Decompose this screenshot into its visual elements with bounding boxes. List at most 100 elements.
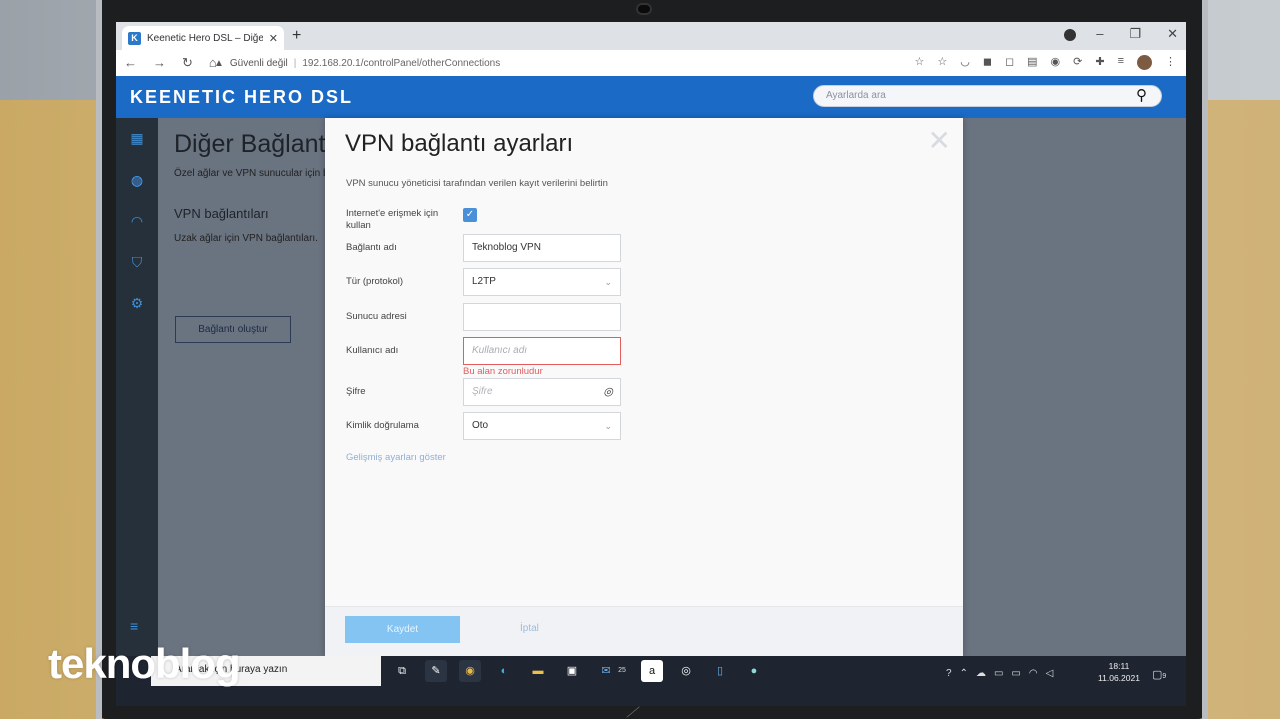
advanced-settings-link[interactable]: Gelişmiş ayarları göster [346,452,446,463]
protocol-value: L2TP [472,276,496,287]
extension-icon-5[interactable]: ⟳ [1073,55,1082,70]
search-icon[interactable]: ⚲ [1136,86,1147,104]
auth-select[interactable]: Oto ⌄ [463,412,621,440]
warning-icon: ▲ [214,57,224,69]
back-icon[interactable]: ← [124,55,137,71]
tab-close-icon[interactable]: ✕ [269,32,278,45]
volume-icon[interactable]: ◁ [1046,668,1054,679]
taskbar-apps: ⧉ ✎ ◉ ◐ ▬ ▣ ✉ 25 a ◎ ▯ ● [391,660,765,682]
restore-icon[interactable]: ❐ [1129,26,1141,42]
connection-name-input[interactable]: Teknoblog VPN [463,234,621,262]
wifi-icon[interactable]: ◠ [129,213,145,229]
reload-icon[interactable]: ↻ [182,55,193,71]
settings-search-input[interactable]: Ayarlarda ara [813,85,1162,107]
notification-icon[interactable]: ▢9 [1152,668,1166,681]
create-connection-button[interactable]: Bağlantı oluştur [175,316,291,343]
password-input[interactable]: Şifre ◎ [463,378,621,406]
server-address-input[interactable] [463,303,621,331]
tab-title: Keenetic Hero DSL – Diğer Bağla... [147,32,263,44]
gear-icon[interactable]: ⚙ [129,295,145,311]
battery-icon[interactable]: ▭ [1011,668,1020,679]
vpn-settings-modal: ✕ VPN bağlantı ayarları VPN sunucu yönet… [325,118,963,658]
browser-tab[interactable]: K Keenetic Hero DSL – Diğer Bağla... ✕ [122,26,284,50]
forward-icon[interactable]: → [153,55,166,71]
app-circle-icon[interactable]: ● [743,660,765,682]
chevron-down-icon: ⌄ [604,277,612,287]
extension-icon-4[interactable]: ◉ [1051,55,1061,70]
protocol-select[interactable]: L2TP ⌄ [463,268,621,296]
browser-tab-bar: K Keenetic Hero DSL – Diğer Bağla... ✕ +… [116,22,1186,50]
tab-search-icon[interactable] [1064,29,1076,41]
ring-app-icon[interactable]: ◎ [675,660,697,682]
user-label: Kullanıcı adı [346,345,399,356]
password-label: Şifre [346,386,366,397]
cloud-icon[interactable]: ☁ [976,668,986,679]
amazon-icon[interactable]: a [641,660,663,682]
laptop-edge-right [1202,0,1208,719]
system-tray: ? ⌃ ☁ ▭ ▭ ◠ ◁ [946,668,1053,679]
page-title: Diğer Bağlantı [174,130,333,158]
laptop-screen: K Keenetic Hero DSL – Diğer Bağla... ✕ +… [116,22,1186,706]
dashboard-icon[interactable]: ▦ [129,130,145,146]
menu-dots-icon[interactable]: ⋮ [1165,55,1176,70]
new-tab-icon[interactable]: + [292,27,301,45]
internet-checkbox[interactable]: ✓ [463,208,477,222]
auth-value: Oto [472,420,489,431]
mail-icon[interactable]: ✉ [595,660,617,682]
close-icon[interactable]: ✕ [928,124,951,157]
extension-icon-2[interactable]: ◻ [1005,55,1014,70]
task-view-icon[interactable]: ⧉ [391,660,413,682]
nav-buttons: ← → ↻ ⌂ [116,55,217,71]
router-header: KEENETIC HERO DSL Ayarlarda ara ⚲ [116,76,1186,118]
auth-label: Kimlik doğrulama [346,420,419,431]
save-button[interactable]: Kaydet [345,616,460,643]
clock-date: 11.06.2021 [1098,673,1140,683]
extension-icon-1[interactable]: ◼ [983,55,992,70]
laptop-edge-left [96,0,102,719]
username-error: Bu alan zorunludur [463,366,543,377]
username-input[interactable]: Kullanıcı adı [463,337,621,365]
windows-taskbar: Aramak için buraya yazın ⧉ ✎ ◉ ◐ ▬ ▣ ✉ 2… [116,656,1186,706]
profile-avatar[interactable] [1137,55,1152,70]
wifi-tray-icon[interactable]: ◠ [1029,668,1038,679]
reading-list-icon[interactable]: ☆ [937,55,947,70]
modal-footer: Kaydet İptal [325,606,963,658]
shield-icon[interactable]: ⛉ [129,254,145,270]
webcam [636,3,652,15]
router-sidebar: ▦ ◍ ◠ ⛉ ⚙ ≡ [116,118,158,666]
eye-off-icon[interactable]: ◎ [603,385,613,398]
tray-chevron-up-icon[interactable]: ⌃ [960,668,968,679]
taskbar-clock[interactable]: 18:11 11.06.2021 [1096,660,1142,684]
teknoblog-watermark: teknoblog [48,640,241,687]
url-field[interactable]: ▲ Güvenli değil | 192.168.20.1/controlPa… [214,58,500,69]
pocket-icon[interactable]: ◡ [960,55,970,70]
help-icon[interactable]: ? [946,668,952,679]
feather-app-icon[interactable]: ✎ [425,660,447,682]
clock-time: 18:11 [1108,661,1130,671]
edge-icon[interactable]: ◐ [493,660,515,682]
bookmark-star-icon[interactable]: ☆ [914,55,924,70]
url-text: 192.168.20.1/controlPanel/otherConnectio… [302,57,501,69]
hamburger-menu-icon[interactable]: ≡ [130,618,138,634]
url-separator: | [293,57,297,69]
window-controls: – ❐ ✕ [1096,26,1178,42]
modal-title: VPN bağlantı ayarları [345,130,574,157]
extension-icon-3[interactable]: ▤ [1027,55,1037,70]
address-bar: ← → ↻ ⌂ ▲ Güvenli değil | 192.168.20.1/c… [116,50,1186,76]
chrome-icon[interactable]: ◉ [459,660,481,682]
file-explorer-icon[interactable]: ▬ [527,660,549,682]
media-icon[interactable]: ≡ [1118,55,1124,70]
notification-count: 9 [1162,673,1167,680]
close-window-icon[interactable]: ✕ [1167,26,1178,42]
page-description: Özel ağlar ve VPN sunucular için bağ [174,168,340,179]
device-icon[interactable]: ▭ [994,668,1003,679]
puzzle-icon[interactable]: ✚ [1095,55,1104,70]
globe-icon[interactable]: ◍ [129,172,145,188]
minimize-icon[interactable]: – [1096,26,1103,42]
phone-app-icon[interactable]: ▯ [709,660,731,682]
store-icon[interactable]: ▣ [561,660,583,682]
server-label: Sunucu adresi [346,311,407,322]
extension-icons: ☆ ☆ ◡ ◼ ◻ ▤ ◉ ⟳ ✚ ≡ ⋮ [914,55,1176,70]
router-logo: KEENETIC HERO DSL [130,87,354,107]
cancel-button[interactable]: İptal [520,623,539,634]
